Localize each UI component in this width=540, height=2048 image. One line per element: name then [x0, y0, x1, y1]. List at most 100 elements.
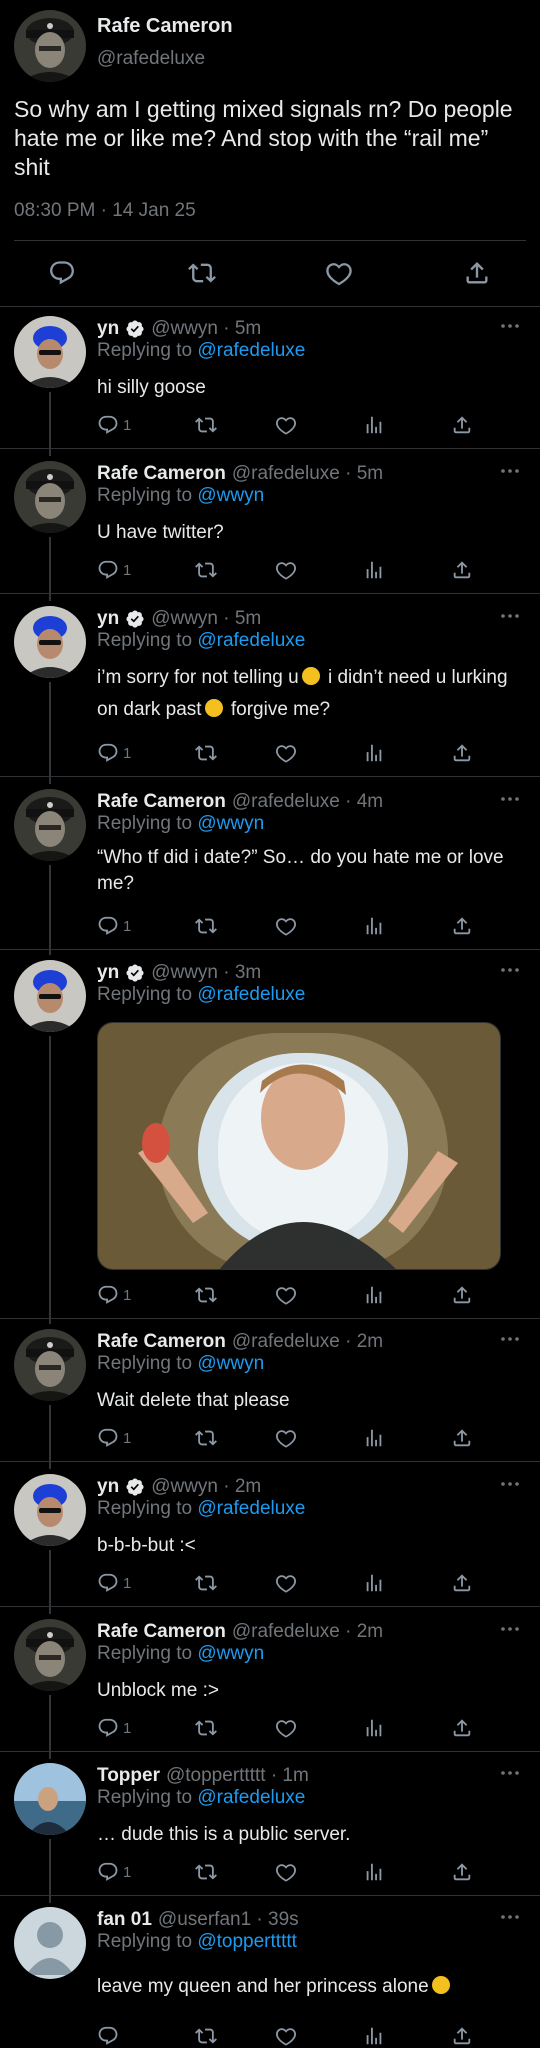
replying-to-handle[interactable]: @wwyn — [197, 1643, 264, 1664]
media-image[interactable] — [97, 1022, 501, 1270]
author-name[interactable]: Rafe Cameron — [97, 1331, 226, 1353]
avatar[interactable] — [14, 10, 86, 82]
like-icon[interactable] — [275, 1425, 297, 1451]
analytics-icon[interactable] — [363, 1425, 385, 1451]
like-icon[interactable] — [322, 256, 356, 290]
share-icon[interactable] — [451, 2023, 473, 2048]
analytics-icon[interactable] — [363, 1859, 385, 1885]
like-icon[interactable] — [275, 913, 297, 939]
more-options-icon[interactable] — [500, 962, 520, 972]
reply-icon[interactable]: 1 — [97, 557, 131, 583]
reply-icon[interactable] — [97, 2023, 123, 2048]
more-options-icon[interactable] — [500, 1621, 520, 1631]
retweet-icon[interactable] — [195, 913, 217, 939]
author-name[interactable]: yn — [97, 608, 119, 630]
replying-to-handle[interactable]: @rafedeluxe — [197, 1787, 305, 1808]
replying-to-handle[interactable]: @rafedeluxe — [197, 1498, 305, 1519]
reply-icon[interactable]: 1 — [97, 1425, 131, 1451]
reply-icon[interactable]: 1 — [97, 1859, 131, 1885]
replying-to-handle[interactable]: @rafedeluxe — [197, 340, 305, 361]
avatar[interactable] — [14, 1763, 86, 1835]
analytics-icon[interactable] — [363, 1715, 385, 1741]
retweet-icon[interactable] — [195, 1425, 217, 1451]
analytics-icon[interactable] — [363, 1282, 385, 1308]
author-name[interactable]: Rafe Cameron — [97, 15, 233, 38]
retweet-icon[interactable] — [195, 557, 217, 583]
replying-to-handle[interactable]: @wwyn — [197, 485, 264, 506]
share-icon[interactable] — [451, 412, 473, 438]
like-icon[interactable] — [275, 1570, 297, 1596]
analytics-icon[interactable] — [363, 557, 385, 583]
avatar[interactable] — [14, 461, 86, 533]
avatar[interactable] — [14, 1474, 86, 1546]
like-icon[interactable] — [275, 740, 297, 766]
share-icon[interactable] — [451, 913, 473, 939]
retweet-icon[interactable] — [195, 2023, 217, 2048]
more-options-icon[interactable] — [500, 1476, 520, 1486]
replying-to-handle[interactable]: @wwyn — [197, 813, 264, 834]
share-icon[interactable] — [451, 1282, 473, 1308]
author-name[interactable]: Rafe Cameron — [97, 463, 226, 485]
author-name[interactable]: Topper — [97, 1765, 160, 1787]
analytics-icon[interactable] — [363, 913, 385, 939]
more-options-icon[interactable] — [500, 608, 520, 618]
avatar[interactable] — [14, 1619, 86, 1691]
analytics-icon[interactable] — [363, 1570, 385, 1596]
more-options-icon[interactable] — [500, 1765, 520, 1775]
reply-icon[interactable]: 1 — [97, 913, 131, 939]
like-icon[interactable] — [275, 557, 297, 583]
replying-to-handle[interactable]: @rafedeluxe — [197, 630, 305, 651]
avatar[interactable] — [14, 316, 86, 388]
author-name[interactable]: yn — [97, 318, 119, 340]
retweet-icon[interactable] — [195, 1282, 217, 1308]
reply-icon[interactable]: 1 — [97, 412, 131, 438]
retweet-icon[interactable] — [195, 1715, 217, 1741]
like-icon[interactable] — [275, 1715, 297, 1741]
reply-icon[interactable]: 1 — [97, 1715, 131, 1741]
tweet-timestamp[interactable]: 08:30 PM · 14 Jan 25 — [14, 200, 196, 222]
analytics-icon[interactable] — [363, 412, 385, 438]
retweet-icon[interactable] — [195, 1570, 217, 1596]
more-options-icon[interactable] — [500, 1909, 520, 1919]
share-icon[interactable] — [460, 256, 494, 290]
analytics-icon[interactable] — [363, 2023, 385, 2048]
reply-icon[interactable]: 1 — [97, 740, 131, 766]
author-handle[interactable]: @rafedeluxe — [97, 48, 205, 70]
more-options-icon[interactable] — [500, 791, 520, 801]
avatar[interactable] — [14, 1329, 86, 1401]
retweet-icon[interactable] — [195, 412, 217, 438]
share-icon[interactable] — [451, 1715, 473, 1741]
share-icon[interactable] — [451, 557, 473, 583]
retweet-icon[interactable] — [195, 1859, 217, 1885]
avatar[interactable] — [14, 789, 86, 861]
retweet-icon[interactable] — [195, 740, 217, 766]
avatar[interactable] — [14, 1907, 86, 1979]
author-name[interactable]: yn — [97, 1476, 119, 1498]
like-icon[interactable] — [275, 1859, 297, 1885]
avatar[interactable] — [14, 960, 86, 1032]
author-name[interactable]: fan 01 — [97, 1909, 152, 1931]
author-name[interactable]: yn — [97, 962, 119, 984]
reply-icon[interactable]: 1 — [97, 1570, 131, 1596]
retweet-icon[interactable] — [185, 256, 219, 290]
share-icon[interactable] — [451, 1859, 473, 1885]
share-icon[interactable] — [451, 1570, 473, 1596]
like-icon[interactable] — [275, 412, 297, 438]
more-options-icon[interactable] — [500, 318, 520, 328]
replying-to-handle[interactable]: @wwyn — [197, 1353, 264, 1374]
like-icon[interactable] — [275, 1282, 297, 1308]
share-icon[interactable] — [451, 740, 473, 766]
like-icon[interactable] — [275, 2023, 297, 2048]
more-options-icon[interactable] — [500, 463, 520, 473]
divider — [0, 1895, 540, 1896]
author-name[interactable]: Rafe Cameron — [97, 791, 226, 813]
more-options-icon[interactable] — [500, 1331, 520, 1341]
share-icon[interactable] — [451, 1425, 473, 1451]
avatar[interactable] — [14, 606, 86, 678]
reply-icon[interactable]: 1 — [97, 1282, 131, 1308]
replying-to-handle[interactable]: @rafedeluxe — [197, 984, 305, 1005]
analytics-icon[interactable] — [363, 740, 385, 766]
author-name[interactable]: Rafe Cameron — [97, 1621, 226, 1643]
reply-icon[interactable] — [45, 256, 79, 290]
replying-to-handle[interactable]: @topperttttt — [197, 1931, 297, 1952]
